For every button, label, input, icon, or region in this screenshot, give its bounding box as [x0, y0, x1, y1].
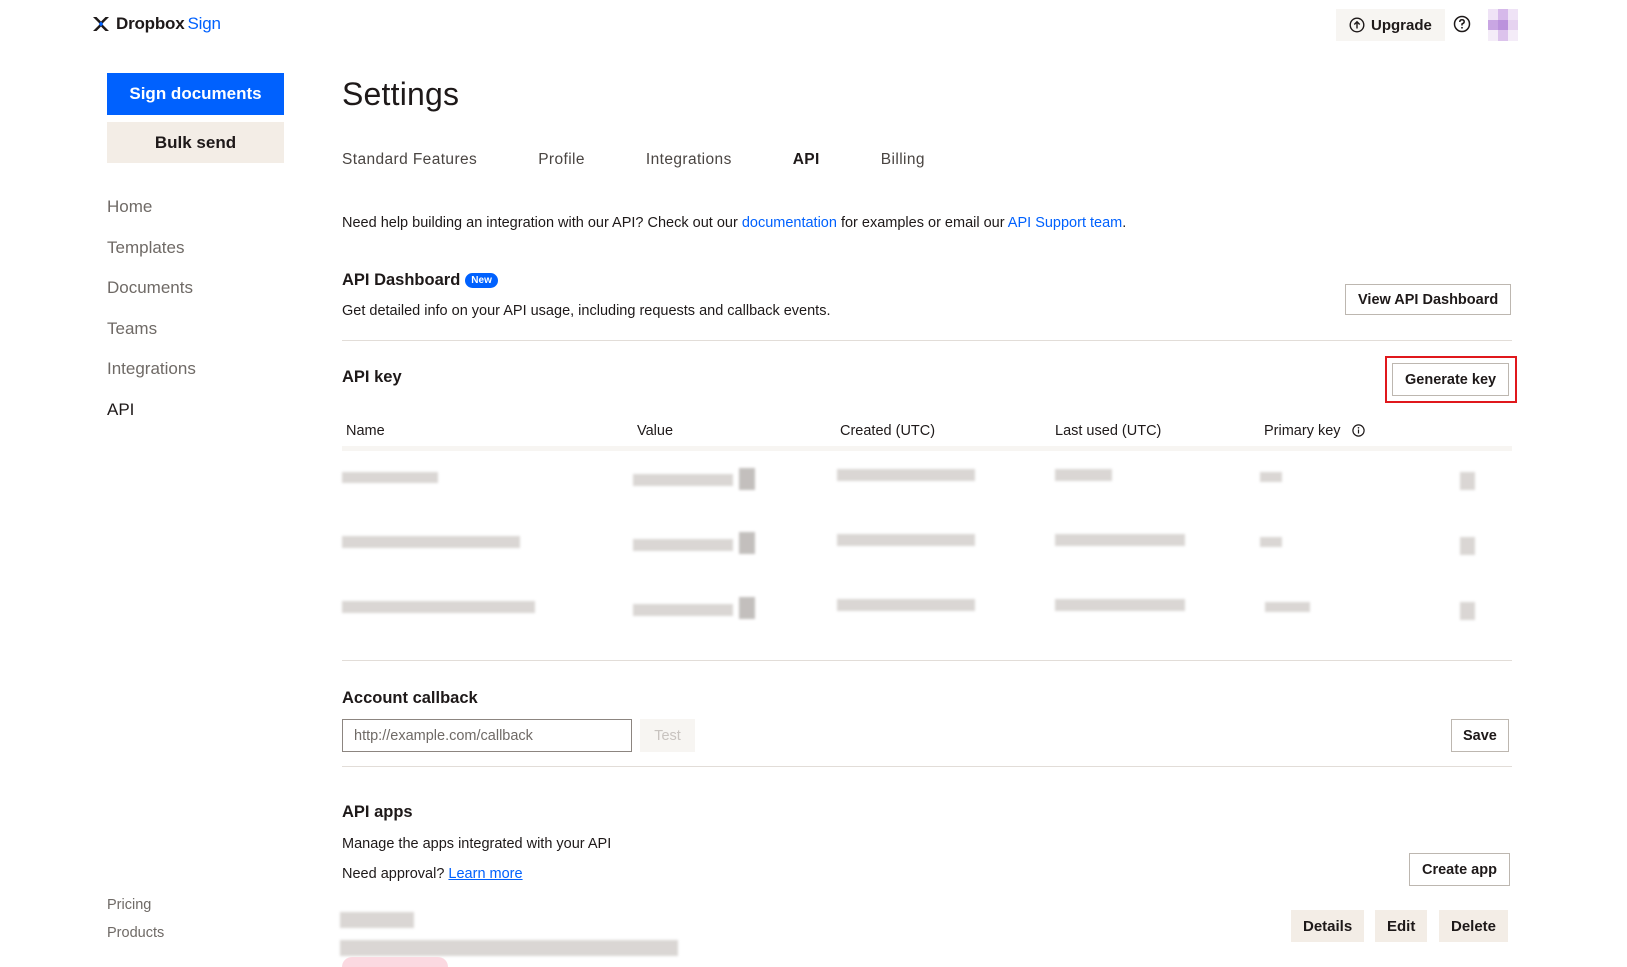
- sidebar-item-home[interactable]: Home: [107, 196, 196, 237]
- tab-integrations[interactable]: Integrations: [646, 151, 732, 169]
- column-header-primary-key: Primary key: [1264, 423, 1365, 439]
- app-edit-button[interactable]: Edit: [1375, 910, 1428, 942]
- bulk-send-button[interactable]: Bulk send: [107, 122, 284, 163]
- account-callback-title: Account callback: [342, 689, 478, 707]
- sidebar-item-templates[interactable]: Templates: [107, 237, 196, 278]
- logo-text: Dropbox Sign: [116, 14, 221, 33]
- upgrade-arrow-icon: [1349, 17, 1365, 33]
- sidebar-footer: Pricing Products: [107, 897, 164, 953]
- view-api-dashboard-button[interactable]: View API Dashboard: [1345, 284, 1512, 315]
- tab-standard-features[interactable]: Standard Features: [342, 151, 477, 169]
- divider: [342, 660, 1512, 661]
- app-delete-button[interactable]: Delete: [1439, 910, 1509, 942]
- sidebar-item-teams[interactable]: Teams: [107, 318, 196, 359]
- tab-profile[interactable]: Profile: [538, 151, 585, 169]
- api-key-title: API key: [342, 368, 402, 386]
- test-callback-button[interactable]: Test: [640, 719, 695, 752]
- sign-documents-button[interactable]: Sign documents: [107, 73, 284, 115]
- column-header-value: Value: [637, 423, 674, 439]
- column-header-name: Name: [346, 423, 385, 439]
- app-details-button[interactable]: Details: [1291, 910, 1365, 942]
- upgrade-button[interactable]: Upgrade: [1336, 9, 1445, 41]
- sidebar-item-pricing[interactable]: Pricing: [107, 897, 164, 925]
- documentation-link[interactable]: documentation: [742, 215, 837, 231]
- divider: [342, 766, 1512, 767]
- api-apps-title: API apps: [342, 803, 413, 821]
- page-title: Settings: [342, 76, 460, 112]
- api-dashboard-desc: Get detailed info on your API usage, inc…: [342, 303, 831, 319]
- tab-api[interactable]: API: [793, 151, 820, 169]
- settings-tabs: Standard Features Profile Integrations A…: [342, 151, 986, 169]
- create-app-button[interactable]: Create app: [1409, 853, 1510, 886]
- sidebar-item-documents[interactable]: Documents: [107, 277, 196, 318]
- table-header-divider: [342, 446, 1512, 451]
- tab-billing[interactable]: Billing: [881, 151, 925, 169]
- sidebar-item-api[interactable]: API: [107, 399, 196, 440]
- callback-url-input[interactable]: [342, 719, 632, 752]
- save-callback-button[interactable]: Save: [1451, 719, 1509, 752]
- sidebar-nav: Home Templates Documents Teams Integrati…: [107, 196, 196, 439]
- api-support-link[interactable]: API Support team: [1008, 215, 1122, 231]
- user-avatar[interactable]: [1488, 9, 1518, 41]
- status-badge: [342, 957, 448, 967]
- dropbox-sign-logo[interactable]: Dropbox Sign: [92, 14, 221, 34]
- column-header-created: Created (UTC): [840, 423, 936, 439]
- api-apps-desc: Manage the apps integrated with your API: [342, 836, 612, 852]
- sidebar-item-integrations[interactable]: Integrations: [107, 358, 196, 399]
- approval-text: Need approval? Learn more: [342, 866, 523, 882]
- learn-more-link[interactable]: Learn more: [448, 866, 522, 882]
- api-dashboard-title: API Dashboard New: [342, 271, 498, 290]
- help-icon[interactable]: [1452, 14, 1472, 34]
- info-icon[interactable]: [1351, 424, 1365, 437]
- sidebar-item-products[interactable]: Products: [107, 925, 164, 953]
- dropbox-logo-icon: [93, 17, 109, 31]
- highlight-box: [1385, 356, 1517, 403]
- divider: [342, 340, 1512, 341]
- upgrade-label: Upgrade: [1371, 16, 1432, 34]
- new-badge: New: [465, 273, 498, 288]
- api-help-text: Need help building an integration with o…: [342, 215, 1127, 231]
- column-header-last-used: Last used (UTC): [1055, 423, 1162, 439]
